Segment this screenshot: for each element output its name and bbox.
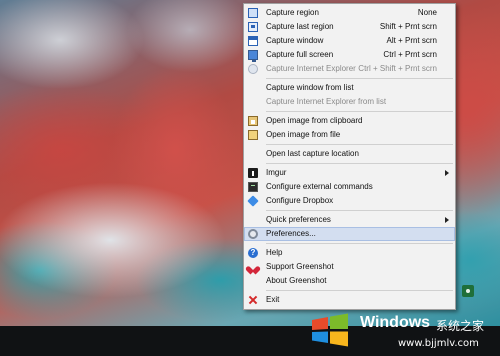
menu-item-capture-window[interactable]: Capture window Alt + Prnt scrn bbox=[244, 34, 455, 48]
menu-separator bbox=[266, 210, 453, 211]
windows-logo-icon bbox=[312, 313, 348, 347]
help-icon bbox=[248, 246, 258, 260]
menu-item-exit[interactable]: Exit bbox=[244, 293, 455, 307]
open-file-icon bbox=[248, 130, 258, 140]
menu-item-label: Preferences... bbox=[266, 229, 316, 238]
menu-item-shortcut: None bbox=[417, 8, 437, 17]
menu-item-open-from-clipboard[interactable]: Open image from clipboard bbox=[244, 114, 455, 128]
monitor-icon bbox=[248, 50, 258, 62]
menu-item-open-last-capture-location[interactable]: Open last capture location bbox=[244, 147, 455, 161]
menu-item-label: About Greenshot bbox=[266, 276, 327, 285]
watermark-brand-suffix: 系统之家 bbox=[436, 319, 485, 333]
menu-item-label: Configure external commands bbox=[266, 182, 373, 191]
menu-item-shortcut: Alt + Prnt scrn bbox=[386, 36, 437, 45]
menu-item-about-greenshot[interactable]: About Greenshot bbox=[244, 274, 455, 288]
menu-item-quick-preferences[interactable]: Quick preferences bbox=[244, 213, 455, 227]
capture-region-icon bbox=[248, 8, 258, 18]
submenu-arrow-icon bbox=[445, 170, 449, 176]
greenshot-tray-icon[interactable] bbox=[462, 285, 474, 297]
menu-item-shortcut: Shift + Prnt scrn bbox=[379, 22, 437, 31]
imgur-icon bbox=[248, 168, 258, 178]
menu-item-configure-external-commands[interactable]: Configure external commands bbox=[244, 180, 455, 194]
menu-separator bbox=[266, 78, 453, 79]
menu-item-help[interactable]: Help bbox=[244, 246, 455, 260]
menu-separator bbox=[266, 243, 453, 244]
menu-item-shortcut: Ctrl + Prnt scrn bbox=[383, 50, 437, 59]
menu-item-label: Capture region bbox=[266, 8, 319, 17]
internet-explorer-icon bbox=[248, 64, 258, 74]
gear-icon bbox=[248, 229, 258, 239]
heart-icon bbox=[248, 262, 258, 272]
greenshot-context-menu: Capture region None Capture last region … bbox=[243, 3, 456, 310]
menu-item-shortcut: Ctrl + Shift + Prnt scrn bbox=[358, 64, 437, 73]
menu-item-imgur[interactable]: Imgur bbox=[244, 166, 455, 180]
capture-last-region-icon bbox=[248, 22, 258, 32]
menu-item-capture-ie-from-list: Capture Internet Explorer from list bbox=[244, 95, 455, 109]
menu-item-label: Capture Internet Explorer bbox=[266, 64, 356, 73]
menu-item-label: Open image from file bbox=[266, 130, 341, 139]
menu-item-capture-internet-explorer: Capture Internet Explorer Ctrl + Shift +… bbox=[244, 62, 455, 76]
menu-separator bbox=[266, 111, 453, 112]
menu-item-label: Open last capture location bbox=[266, 149, 359, 158]
menu-separator bbox=[266, 163, 453, 164]
menu-item-label: Quick preferences bbox=[266, 215, 331, 224]
capture-window-icon bbox=[248, 36, 258, 46]
menu-item-label: Configure Dropbox bbox=[266, 196, 334, 205]
menu-item-capture-full-screen[interactable]: Capture full screen Ctrl + Prnt scrn bbox=[244, 48, 455, 62]
menu-item-label: Capture last region bbox=[266, 22, 334, 31]
menu-item-capture-window-from-list[interactable]: Capture window from list bbox=[244, 81, 455, 95]
menu-item-label: Capture window bbox=[266, 36, 324, 45]
menu-item-preferences[interactable]: Preferences... bbox=[244, 227, 455, 241]
menu-item-capture-region[interactable]: Capture region None bbox=[244, 6, 455, 20]
menu-item-label: Exit bbox=[266, 295, 280, 304]
menu-item-label: Capture Internet Explorer from list bbox=[266, 97, 387, 106]
menu-item-capture-last-region[interactable]: Capture last region Shift + Prnt scrn bbox=[244, 20, 455, 34]
menu-separator bbox=[266, 290, 453, 291]
external-command-icon bbox=[248, 182, 258, 192]
menu-item-label: Support Greenshot bbox=[266, 262, 334, 271]
dropbox-icon bbox=[247, 195, 259, 207]
watermark-url: www.bjjmlv.com bbox=[398, 338, 479, 349]
menu-item-label: Capture window from list bbox=[266, 83, 354, 92]
menu-item-open-from-file[interactable]: Open image from file bbox=[244, 128, 455, 142]
menu-separator bbox=[266, 144, 453, 145]
clipboard-icon bbox=[248, 116, 258, 126]
menu-item-support-greenshot[interactable]: Support Greenshot bbox=[244, 260, 455, 274]
submenu-arrow-icon bbox=[445, 217, 449, 223]
watermark-brand: Windows bbox=[360, 314, 431, 331]
menu-item-label: Open image from clipboard bbox=[266, 116, 363, 125]
watermark: Windows 系统之家 www.bjjmlv.com bbox=[310, 308, 500, 356]
menu-item-label: Help bbox=[266, 248, 283, 257]
menu-item-configure-dropbox[interactable]: Configure Dropbox bbox=[244, 194, 455, 208]
menu-item-label: Capture full screen bbox=[266, 50, 334, 59]
menu-item-label: Imgur bbox=[266, 168, 287, 177]
close-icon bbox=[248, 295, 258, 305]
